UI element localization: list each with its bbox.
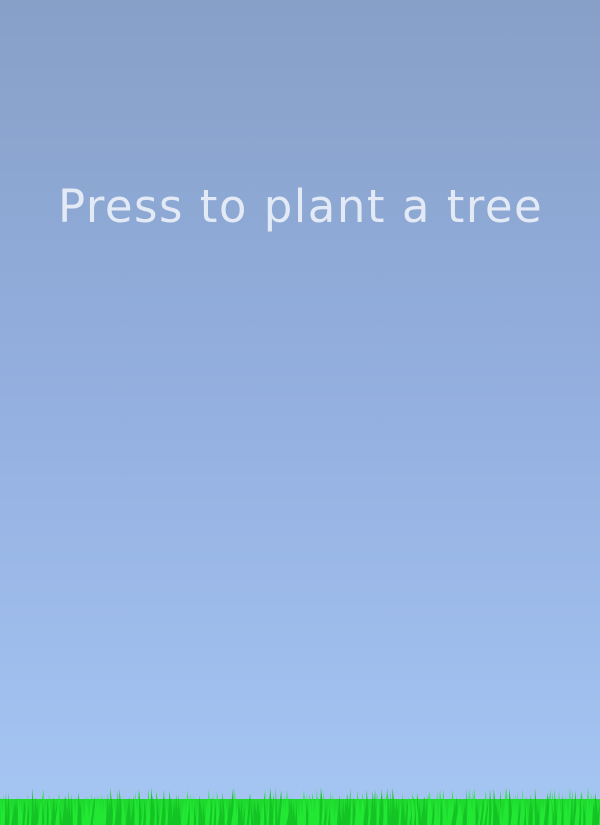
grass-ground (0, 785, 600, 825)
game-scene[interactable]: Press to plant a tree (0, 0, 600, 825)
plant-tree-prompt: Press to plant a tree (58, 180, 544, 233)
grass-strip (0, 787, 600, 825)
